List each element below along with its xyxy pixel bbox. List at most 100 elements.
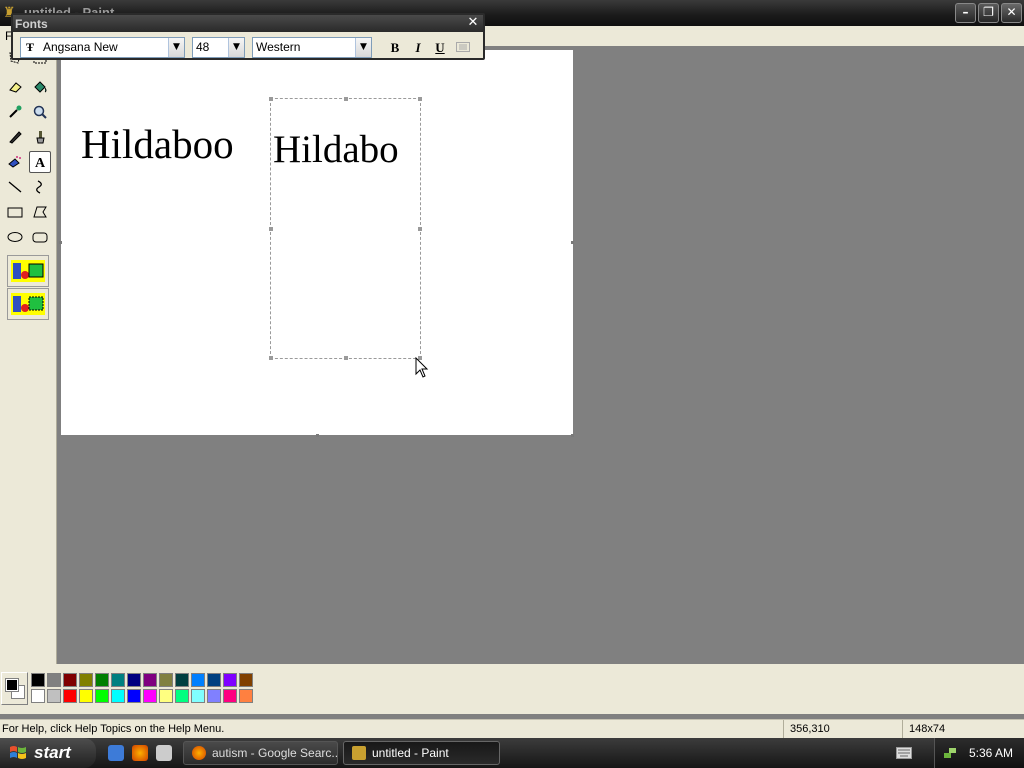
chevron-down-icon[interactable]: ▼ (355, 38, 371, 57)
canvas-resize-handle[interactable] (571, 434, 574, 437)
polygon-tool[interactable] (29, 201, 51, 223)
brush-tool[interactable] (29, 126, 51, 148)
color-swatch[interactable] (159, 689, 173, 703)
color-swatch[interactable] (143, 673, 157, 687)
color-swatch[interactable] (63, 689, 77, 703)
text-opaque-option[interactable] (7, 255, 49, 287)
resize-handle[interactable] (418, 97, 422, 101)
color-swatch[interactable] (159, 673, 173, 687)
color-swatch[interactable] (63, 673, 77, 687)
canvas-resize-handle[interactable] (571, 241, 574, 244)
firefox-icon (192, 746, 206, 760)
text-a-icon: A (35, 156, 46, 170)
text-transparent-option[interactable] (7, 288, 49, 320)
keyboard-icon[interactable] (896, 747, 912, 759)
color-swatch[interactable] (223, 689, 237, 703)
pencil-icon (9, 131, 22, 144)
color-swatch[interactable] (79, 689, 93, 703)
resize-handle[interactable] (269, 227, 273, 231)
brush-icon (36, 131, 45, 144)
underline-button[interactable]: U (431, 39, 449, 57)
task-paint[interactable]: untitled - Paint (343, 741, 500, 765)
font-size-select[interactable]: 48 ▼ (192, 37, 245, 58)
color-swatch[interactable] (111, 689, 125, 703)
rectangle-tool[interactable] (4, 201, 26, 223)
truetype-icon: Ŧ (26, 40, 35, 54)
bold-button[interactable]: B (386, 39, 404, 57)
airbrush-tool[interactable] (4, 151, 26, 173)
close-button[interactable]: ✕ (1001, 3, 1022, 23)
eyedropper-icon (9, 105, 22, 118)
firefox-icon[interactable] (132, 745, 148, 761)
resize-handle[interactable] (344, 356, 348, 360)
pick-color-tool[interactable] (4, 101, 26, 123)
drawing-canvas[interactable]: Hildaboo Hildabo (59, 50, 574, 437)
chevron-down-icon[interactable]: ▼ (228, 38, 244, 57)
ellipse-tool[interactable] (4, 226, 26, 248)
color-swatch[interactable] (31, 673, 45, 687)
curve-icon (36, 180, 42, 194)
font-script-select[interactable]: Western ▼ (252, 37, 372, 58)
color-swatch[interactable] (175, 673, 189, 687)
fonts-toolbar-title[interactable]: Fonts (13, 15, 483, 32)
clock: 5:36 AM (969, 746, 1014, 760)
eraser-tool[interactable] (4, 76, 26, 98)
color-swatch[interactable] (191, 673, 205, 687)
task-google-search[interactable]: autism - Google Searc... (183, 741, 338, 765)
color-swatch[interactable] (127, 689, 141, 703)
chevron-down-icon[interactable]: ▼ (168, 38, 184, 57)
fonts-toolbar[interactable]: Fonts ✕ Ŧ Angsana New ▼ 48 ▼ Western ▼ B… (11, 13, 485, 60)
vertical-text-button[interactable] (454, 39, 472, 57)
font-name-select[interactable]: Ŧ Angsana New ▼ (20, 37, 185, 58)
color-swatch[interactable] (223, 673, 237, 687)
minimize-button[interactable]: – (955, 3, 976, 23)
color-swatch[interactable] (79, 673, 93, 687)
color-swatch[interactable] (95, 689, 109, 703)
color-swatch[interactable] (31, 689, 45, 703)
paint-icon (352, 746, 366, 760)
airbrush-icon (8, 156, 21, 168)
resize-handle[interactable] (418, 227, 422, 231)
resize-handle[interactable] (269, 356, 273, 360)
line-icon (8, 181, 22, 193)
font-name-value: Angsana New (43, 40, 118, 54)
rounded-rectangle-tool[interactable] (29, 226, 51, 248)
color-swatch[interactable] (143, 689, 157, 703)
text-tool[interactable]: A (29, 151, 51, 173)
color-swatch[interactable] (111, 673, 125, 687)
color-swatch[interactable] (191, 689, 205, 703)
pencil-tool[interactable] (4, 126, 26, 148)
start-button[interactable]: start (0, 738, 96, 768)
restore-button[interactable]: ❐ (978, 3, 999, 23)
canvas-resize-handle[interactable] (316, 434, 319, 437)
fill-with-color-tool[interactable] (29, 76, 51, 98)
color-swatch[interactable] (127, 673, 141, 687)
color-swatch[interactable] (207, 673, 221, 687)
color-swatch[interactable] (95, 673, 109, 687)
ie-icon[interactable] (108, 745, 124, 761)
fonts-close-button[interactable]: ✕ (466, 16, 480, 30)
italic-button[interactable]: I (409, 39, 427, 57)
text-box-content[interactable]: Hildabo (273, 127, 399, 172)
media-icon[interactable] (156, 745, 172, 761)
color-swatch[interactable] (175, 689, 189, 703)
current-colors[interactable] (1, 672, 28, 705)
curve-tool[interactable] (29, 176, 51, 198)
resize-handle[interactable] (344, 97, 348, 101)
paint-bucket-icon (34, 81, 47, 93)
polygon-icon (33, 206, 47, 218)
color-swatch[interactable] (47, 673, 61, 687)
color-swatch[interactable] (239, 673, 253, 687)
canvas-resize-handle[interactable] (59, 241, 62, 244)
network-icon[interactable] (943, 746, 957, 760)
windows-flag-icon (10, 746, 26, 759)
text-input-box[interactable]: Hildabo (269, 97, 422, 360)
color-swatch[interactable] (239, 689, 253, 703)
vertical-text-icon (456, 42, 470, 52)
resize-handle[interactable] (269, 97, 273, 101)
color-swatch[interactable] (207, 689, 221, 703)
color-swatch[interactable] (47, 689, 61, 703)
line-tool[interactable] (4, 176, 26, 198)
ellipse-icon (7, 232, 23, 242)
magnifier-tool[interactable] (29, 101, 51, 123)
